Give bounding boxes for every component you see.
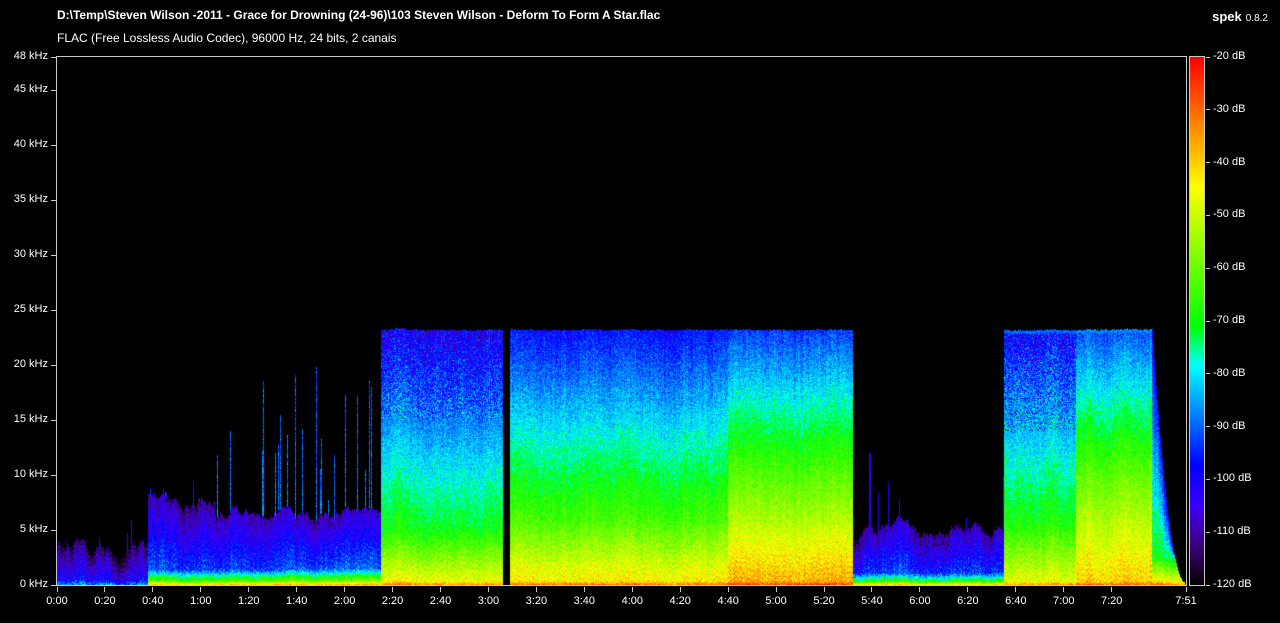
file-info: FLAC (Free Lossless Audio Codec), 96000 … [57,31,397,45]
time-tick-label: 5:40 [861,595,883,607]
time-tick-label: 5:20 [813,595,835,607]
time-tick-label: 5:00 [765,595,787,607]
time-tick-mark [104,587,106,592]
time-tick-label: 0:40 [142,595,164,607]
time-tick-label: 4:40 [717,595,739,607]
time-tick-mark [440,587,442,592]
time-tick-label: 4:20 [669,595,691,607]
time-tick-label: 0:20 [94,595,116,607]
db-tick-mark [1206,162,1210,164]
db-colorbar [1190,57,1204,585]
time-tick-mark [583,587,585,592]
db-tick-mark [1206,56,1210,58]
db-tick-mark [1206,214,1210,216]
time-tick-label: 7:20 [1100,595,1123,607]
db-colorbar-frame [1189,56,1205,586]
time-tick-label: 0:00 [46,595,68,607]
db-tick-mark [1206,267,1210,269]
time-tick-label: 3:20 [525,595,548,607]
db-tick-label: -70 dB [1213,314,1246,326]
freq-tick-label: 35 kHz [13,193,48,205]
db-tick-mark [1206,109,1210,111]
db-tick-label: -50 dB [1213,208,1246,221]
time-tick-label: 2:20 [381,595,404,607]
time-tick-mark [535,587,537,592]
time-tick-mark [56,587,58,592]
freq-tick-label: 0 kHz [19,578,48,590]
time-tick-label: 3:00 [477,595,500,607]
time-tick-mark [392,587,394,592]
db-tick-label: -20 dB [1213,50,1246,62]
time-tick-mark [679,587,681,592]
time-tick-label: 2:40 [429,595,452,607]
spek-window: D:\Temp\Steven Wilson -2011 - Grace for … [0,0,1280,623]
time-tick-mark [775,587,777,592]
db-tick-mark [1206,320,1210,322]
time-tick-mark [919,587,921,592]
time-tick-mark [823,587,825,592]
db-tick-label: -40 dB [1213,155,1246,168]
time-tick-mark [248,587,250,592]
time-tick-mark [631,587,633,592]
db-tick-label: -120 dB [1213,578,1252,590]
time-tick-mark [296,587,298,592]
app-name: spek [1212,9,1242,24]
freq-tick-label: 15 kHz [13,413,48,425]
freq-tick-label: 10 kHz [13,468,48,480]
time-tick-label: 1:20 [238,595,260,607]
db-tick-label: -90 dB [1213,419,1246,432]
time-tick-label: 7:51 [1175,595,1197,607]
time-tick-label: 6:40 [1005,595,1027,607]
freq-tick-label: 40 kHz [13,138,48,150]
db-tick-mark [1206,584,1210,586]
time-tick-label: 7:00 [1053,595,1075,607]
app-branding: spek 0.8.2 [1212,8,1268,26]
db-tick-label: -100 dB [1213,472,1252,485]
db-tick-mark [1206,373,1210,375]
db-tick-label: -110 dB [1213,525,1251,538]
spectrogram-plot [56,56,1187,586]
time-tick-mark [967,587,969,592]
file-path-title: D:\Temp\Steven Wilson -2011 - Grace for … [57,8,661,22]
time-tick-label: 2:00 [333,595,356,607]
time-tick-mark [727,587,729,592]
freq-tick-label: 45 kHz [13,83,48,95]
time-tick-label: 3:40 [573,595,596,607]
time-tick-mark [152,587,154,592]
time-tick-mark [200,587,202,592]
time-tick-label: 6:20 [957,595,979,607]
db-tick-label: -30 dB [1213,102,1246,115]
time-tick-mark [1111,587,1113,592]
db-tick-label: -80 dB [1213,366,1246,379]
db-tick-mark [1206,531,1210,533]
time-tick-mark [344,587,346,592]
freq-tick-label: 25 kHz [13,303,48,315]
time-tick-mark [871,587,873,592]
time-tick-mark [487,587,489,592]
time-tick-label: 1:00 [190,595,212,607]
freq-tick-label: 30 kHz [13,248,48,260]
db-tick-mark [1206,426,1210,428]
freq-tick-label: 48 kHz [13,50,48,62]
spectrogram-canvas [57,57,1186,585]
db-tick-label: -60 dB [1213,261,1246,274]
time-tick-mark [1185,587,1187,592]
freq-tick-label: 20 kHz [13,358,48,370]
freq-tick-label: 5 kHz [19,523,48,535]
db-tick-mark [1206,478,1210,480]
time-tick-mark [1015,587,1017,592]
time-tick-label: 1:40 [285,595,308,607]
time-tick-label: 4:00 [621,595,643,607]
time-tick-label: 6:00 [909,595,931,607]
app-version: 0.8.2 [1245,13,1268,24]
time-tick-mark [1063,587,1065,592]
